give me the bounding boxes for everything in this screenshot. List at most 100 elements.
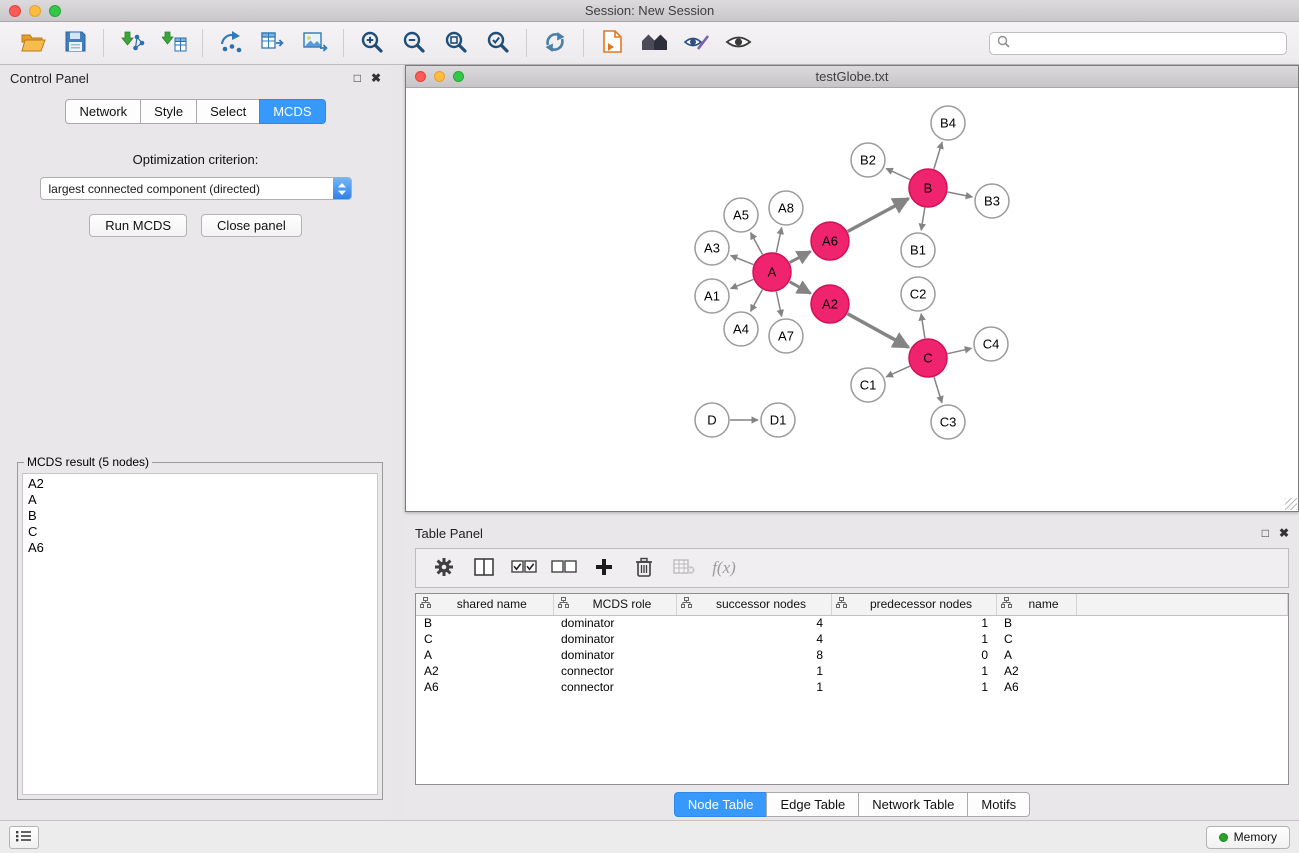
table-cell[interactable]: B	[996, 615, 1076, 631]
network-zoom-button[interactable]	[453, 71, 464, 82]
network-node-A7[interactable]: A7	[769, 319, 803, 353]
table-cell[interactable]: 4	[676, 615, 831, 631]
create-column-button[interactable]	[586, 551, 622, 585]
float-table-panel-icon[interactable]: □	[1262, 526, 1269, 540]
network-edge-A-A2[interactable]	[790, 282, 811, 294]
network-window-titlebar[interactable]: testGlobe.txt	[406, 66, 1298, 88]
zoom-fit-button[interactable]	[435, 24, 477, 62]
network-edge-C-C2[interactable]	[921, 314, 925, 338]
network-edge-A-A1[interactable]	[731, 279, 754, 288]
tab-edge-table[interactable]: Edge Table	[766, 792, 859, 817]
memory-button[interactable]: Memory	[1206, 826, 1290, 849]
unselect-all-columns-button[interactable]	[546, 551, 582, 585]
save-session-button[interactable]	[54, 24, 96, 62]
zoom-out-button[interactable]	[393, 24, 435, 62]
table-cell[interactable]: A6	[416, 679, 553, 695]
result-item[interactable]: A	[23, 492, 377, 508]
network-node-C1[interactable]: C1	[851, 368, 885, 402]
network-edge-A-A4[interactable]	[751, 290, 763, 312]
tab-network-table[interactable]: Network Table	[858, 792, 968, 817]
delete-table-button[interactable]	[666, 551, 702, 585]
network-edge-A-A3[interactable]	[731, 255, 754, 264]
network-node-A[interactable]: A	[753, 253, 791, 291]
apply-layout-button[interactable]	[534, 24, 576, 62]
network-edge-C-C4[interactable]	[948, 348, 972, 353]
zoom-window-button[interactable]	[49, 5, 61, 17]
network-node-B1[interactable]: B1	[901, 233, 935, 267]
result-item[interactable]: A6	[23, 540, 377, 556]
column-header-successor-nodes[interactable]: successor nodes	[676, 594, 831, 615]
zoom-selected-button[interactable]	[477, 24, 519, 62]
network-edge-C-C3[interactable]	[934, 377, 942, 403]
table-cell[interactable]: A	[416, 647, 553, 663]
column-header-mcds-role[interactable]: MCDS role	[553, 594, 676, 615]
result-item[interactable]: B	[23, 508, 377, 524]
network-node-A4[interactable]: A4	[724, 312, 758, 346]
network-node-B[interactable]: B	[909, 169, 947, 207]
network-node-C3[interactable]: C3	[931, 405, 965, 439]
table-cell[interactable]: B	[416, 615, 553, 631]
network-node-B4[interactable]: B4	[931, 106, 965, 140]
network-edge-A-A5[interactable]	[751, 233, 763, 255]
close-window-button[interactable]	[9, 5, 21, 17]
task-history-button[interactable]	[9, 826, 39, 849]
network-edge-B-B2[interactable]	[886, 169, 910, 180]
table-cell[interactable]: A2	[996, 663, 1076, 679]
close-table-panel-icon[interactable]: ✖	[1279, 526, 1289, 540]
run-mcds-button[interactable]: Run MCDS	[89, 214, 187, 237]
network-node-A1[interactable]: A1	[695, 279, 729, 313]
table-cell[interactable]: A	[996, 647, 1076, 663]
network-node-C4[interactable]: C4	[974, 327, 1008, 361]
tab-mcds[interactable]: MCDS	[259, 99, 325, 124]
network-node-A6[interactable]: A6	[811, 222, 849, 260]
table-cell[interactable]: C	[996, 631, 1076, 647]
float-panel-icon[interactable]: □	[354, 71, 361, 85]
network-edge-B-B3[interactable]	[948, 192, 973, 197]
network-node-C2[interactable]: C2	[901, 277, 935, 311]
network-node-D1[interactable]: D1	[761, 403, 795, 437]
network-node-A3[interactable]: A3	[695, 231, 729, 265]
resize-grip-icon[interactable]	[1285, 498, 1297, 510]
table-row[interactable]: Cdominator41C	[416, 631, 1288, 647]
show-hide-button[interactable]	[717, 24, 759, 62]
table-cell[interactable]: connector	[553, 679, 676, 695]
table-cell[interactable]: A6	[996, 679, 1076, 695]
tab-network[interactable]: Network	[65, 99, 141, 124]
export-network-button[interactable]	[210, 24, 252, 62]
network-edge-A2-C[interactable]	[848, 314, 909, 348]
table-row[interactable]: Bdominator41B	[416, 615, 1288, 631]
table-row[interactable]: Adominator80A	[416, 647, 1288, 663]
tab-select[interactable]: Select	[196, 99, 260, 124]
network-close-button[interactable]	[415, 71, 426, 82]
table-cell[interactable]: connector	[553, 663, 676, 679]
table-cell[interactable]: A2	[416, 663, 553, 679]
import-network-button[interactable]	[111, 24, 153, 62]
select-all-columns-button[interactable]	[506, 551, 542, 585]
network-node-B2[interactable]: B2	[851, 143, 885, 177]
annotation-mode-button[interactable]	[675, 24, 717, 62]
export-image-button[interactable]	[294, 24, 336, 62]
network-edge-A-A7[interactable]	[776, 292, 781, 317]
network-edge-A6-B[interactable]	[848, 199, 909, 232]
home-networks-button[interactable]	[633, 24, 675, 62]
network-edge-A-A6[interactable]	[790, 251, 811, 262]
tab-style[interactable]: Style	[140, 99, 197, 124]
table-cell[interactable]: 1	[676, 679, 831, 695]
function-builder-button[interactable]: f(x)	[706, 551, 742, 585]
network-minimize-button[interactable]	[434, 71, 445, 82]
table-row[interactable]: A2connector11A2	[416, 663, 1288, 679]
tab-motifs[interactable]: Motifs	[967, 792, 1030, 817]
export-table-button[interactable]	[252, 24, 294, 62]
open-session-button[interactable]	[12, 24, 54, 62]
table-cell[interactable]: dominator	[553, 647, 676, 663]
network-node-B3[interactable]: B3	[975, 184, 1009, 218]
optimization-dropdown[interactable]: largest connected component (directed)	[40, 177, 352, 200]
import-table-button[interactable]	[153, 24, 195, 62]
table-cell[interactable]: 8	[676, 647, 831, 663]
network-edge-C-C1[interactable]	[886, 366, 910, 377]
table-row[interactable]: A6connector11A6	[416, 679, 1288, 695]
table-cell[interactable]: 1	[831, 631, 996, 647]
close-panel-icon[interactable]: ✖	[371, 71, 381, 85]
column-header-name[interactable]: name	[996, 594, 1076, 615]
table-cell[interactable]: 0	[831, 647, 996, 663]
